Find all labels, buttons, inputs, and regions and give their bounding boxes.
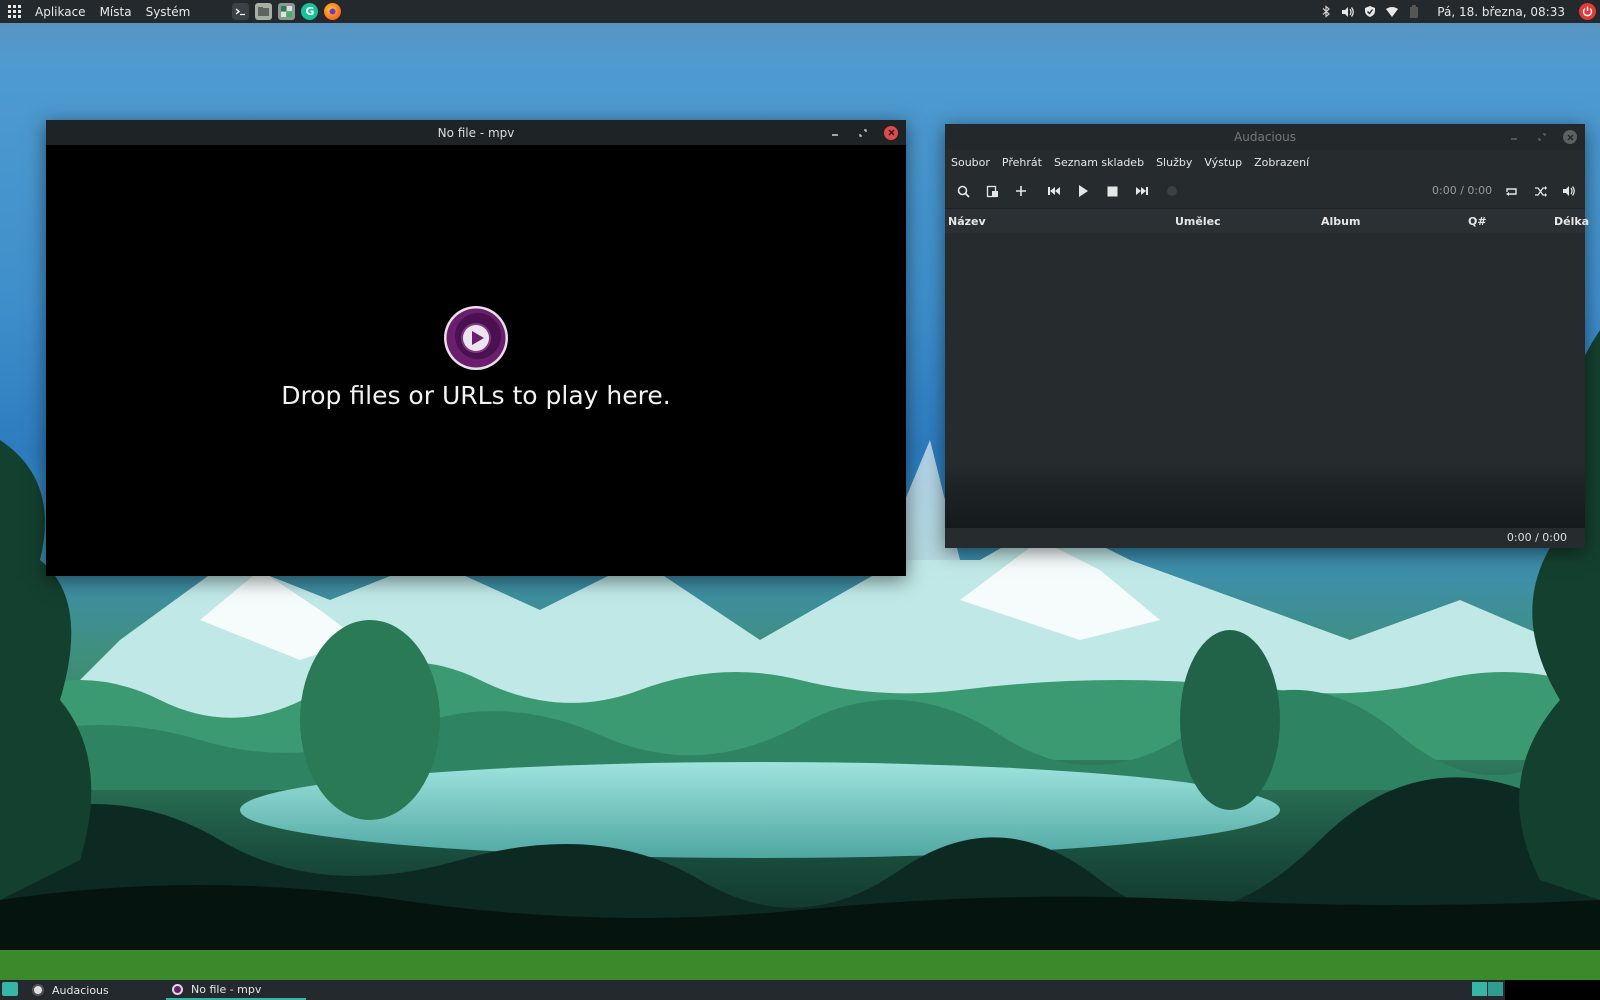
close-button[interactable] [1563,130,1577,144]
shuffle-icon[interactable] [1530,181,1550,201]
menu-services[interactable]: Služby [1156,156,1192,169]
shield-icon[interactable] [1363,5,1377,19]
menu-playback[interactable]: Přehrát [1002,156,1042,169]
apps-grid-icon[interactable] [8,5,21,18]
status-bar: 0:00 / 0:00 [945,528,1585,548]
workspace-2[interactable] [1488,982,1503,996]
task-audacious[interactable]: Audacious [32,980,109,1000]
audacious-icon [32,984,44,996]
column-artist[interactable]: Umělec [1175,215,1221,228]
file-manager-icon[interactable] [255,3,273,20]
mpv-titlebar[interactable]: No file - mpv [46,120,906,145]
playlist-area[interactable] [945,233,1585,463]
open-files-icon[interactable] [982,181,1002,201]
minimize-button[interactable] [828,126,842,140]
top-panel: Aplikace Místa Systém G Pá, 18. března, … [0,0,1600,23]
volume-icon[interactable] [1559,181,1579,201]
system-tray: Pá, 18. března, 08:33 [1319,0,1600,23]
repeat-icon[interactable] [1501,181,1521,201]
menu-places[interactable]: Místa [100,5,132,19]
launchers: G [232,3,342,20]
tray-area [1505,980,1600,1000]
audacious-titlebar[interactable]: Audacious [945,124,1585,150]
column-title[interactable]: Název [948,215,986,228]
taskbar: Audacious No file - mpv [0,980,1600,1000]
previous-icon[interactable] [1044,181,1064,201]
mpv-icon [172,983,183,995]
column-queue[interactable]: Q# [1468,215,1487,228]
grammarly-icon[interactable]: G [301,3,319,20]
close-button[interactable] [884,125,898,140]
mpv-logo-icon [443,305,509,371]
volume-icon[interactable] [1341,5,1355,19]
power-icon[interactable] [1579,3,1596,20]
column-length[interactable]: Délka [1554,215,1589,228]
firefox-icon[interactable] [324,3,342,20]
system-monitor-icon[interactable] [278,3,296,20]
stop-icon[interactable] [1102,181,1122,201]
wifi-icon[interactable] [1385,5,1399,19]
terminal-icon[interactable] [232,3,250,20]
bluetooth-icon[interactable] [1319,5,1333,19]
audacious-window: Audacious Soubor Přehrát Seznam skladeb … [945,124,1589,548]
menu-applications[interactable]: Aplikace [35,5,86,19]
next-icon[interactable] [1131,181,1151,201]
menu-view[interactable]: Zobrazení [1254,156,1309,169]
menu-system[interactable]: Systém [146,5,191,19]
column-album[interactable]: Album [1321,215,1360,228]
audacious-menubar: Soubor Přehrát Seznam skladeb Služby Výs… [945,150,1585,174]
seek-knob[interactable] [1167,186,1177,196]
visualizer [945,463,1585,529]
mpv-drop-area[interactable]: Drop files or URLs to play here. [46,145,906,576]
status-time: 0:00 / 0:00 [1506,531,1567,544]
drop-hint: Drop files or URLs to play here. [281,381,671,410]
workspace-switcher[interactable] [1472,982,1503,996]
minimize-button[interactable] [1507,130,1521,144]
maximize-button[interactable] [856,126,870,140]
maximize-button[interactable] [1535,130,1549,144]
menu-playlist[interactable]: Seznam skladeb [1054,156,1144,169]
audacious-title: Audacious [1234,130,1296,144]
playlist-header: Název Umělec Album Q# Délka [945,208,1589,233]
menu-file[interactable]: Soubor [951,156,990,169]
clock[interactable]: Pá, 18. března, 08:33 [1437,5,1565,19]
seek-slider[interactable] [1167,186,1429,196]
search-icon[interactable] [953,181,973,201]
add-icon[interactable] [1011,181,1031,201]
task-label: No file - mpv [191,982,262,996]
workspace-1[interactable] [1472,982,1487,996]
audacious-toolbar: 0:00 / 0:00 [945,174,1585,208]
task-mpv[interactable]: No file - mpv [166,980,306,1000]
main-menu: Aplikace Místa Systém [0,5,190,19]
show-desktop-icon[interactable] [2,982,18,996]
play-icon[interactable] [1073,181,1093,201]
green-strip [0,950,1600,980]
mpv-title: No file - mpv [437,125,515,140]
mpv-window: No file - mpv Drop files or URLs to play… [46,120,906,576]
task-label: Audacious [52,983,109,997]
battery-icon[interactable] [1407,5,1421,19]
time-display: 0:00 / 0:00 [1432,184,1493,197]
menu-output[interactable]: Výstup [1204,156,1242,169]
